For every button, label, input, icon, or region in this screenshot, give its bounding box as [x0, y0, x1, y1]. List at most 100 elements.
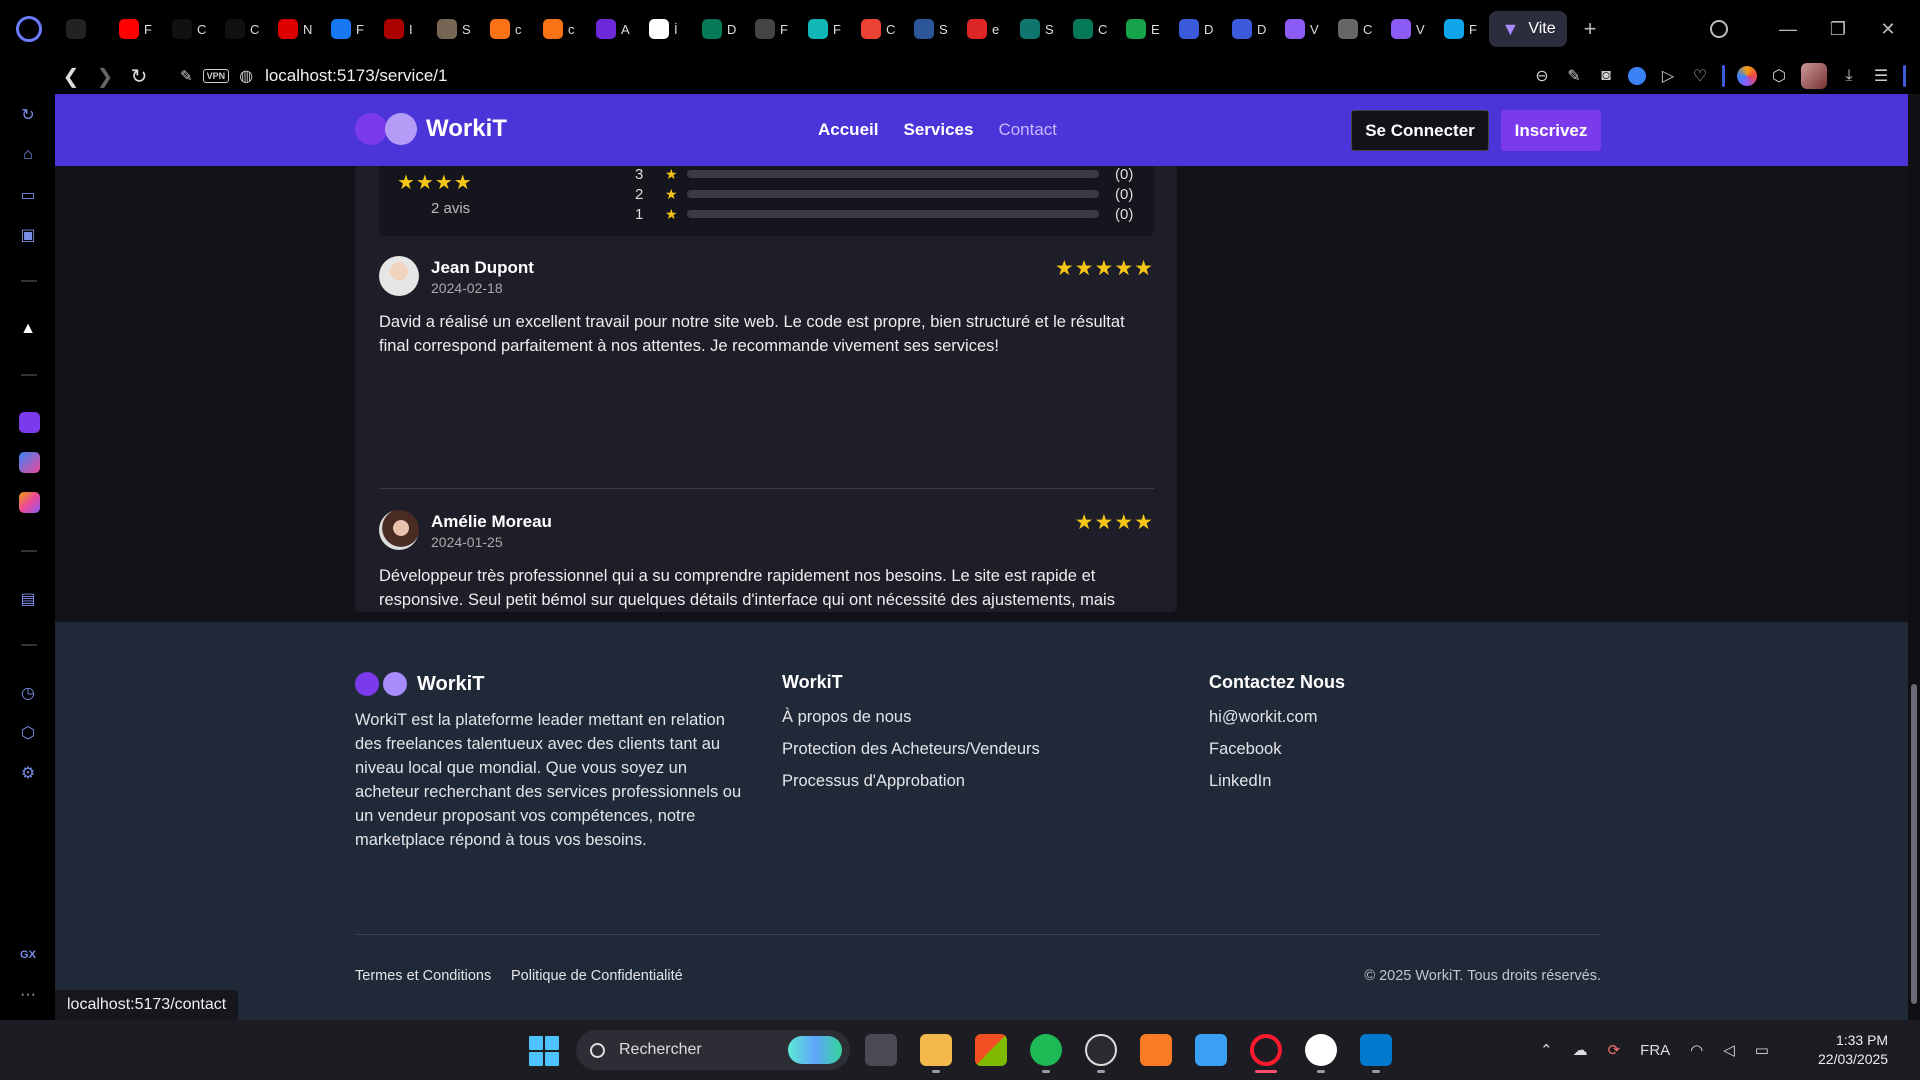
- footer-link-facebook[interactable]: Facebook: [1209, 740, 1281, 759]
- heart-icon[interactable]: ♡: [1690, 66, 1710, 86]
- browser-tab[interactable]: C: [164, 11, 217, 47]
- browser-tab[interactable]: V: [1383, 11, 1436, 47]
- instagram-icon[interactable]: [19, 492, 40, 513]
- download-icon[interactable]: ⤓: [1839, 66, 1859, 86]
- browser-tab[interactable]: D: [1171, 11, 1224, 47]
- wallet-icon[interactable]: ▤: [17, 588, 39, 610]
- ai-icon[interactable]: ▣: [17, 224, 39, 246]
- aria-icon[interactable]: ▲: [17, 318, 39, 340]
- chevron-up-icon[interactable]: ⌃: [1540, 1041, 1553, 1059]
- footer-link-approval[interactable]: Processus d'Approbation: [782, 772, 965, 791]
- spotify-icon[interactable]: [1030, 1034, 1062, 1066]
- windows-start-icon[interactable]: [529, 1036, 559, 1066]
- settings-icon[interactable]: ⚙: [17, 762, 39, 784]
- minimize-icon[interactable]: —: [1778, 19, 1798, 39]
- url-field[interactable]: localhost:5173/service/1: [265, 66, 447, 86]
- vpn-badge[interactable]: VPN: [202, 69, 230, 83]
- footer-link-email[interactable]: hi@workit.com: [1209, 708, 1317, 727]
- browser-tab[interactable]: c: [535, 11, 588, 47]
- signup-button[interactable]: Inscrivez: [1501, 110, 1601, 151]
- browser-tab[interactable]: S: [906, 11, 959, 47]
- opera-menu-icon[interactable]: [0, 0, 58, 58]
- shopping-icon[interactable]: ⌂: [17, 144, 39, 166]
- zoom-icon[interactable]: ⊖: [1532, 66, 1552, 86]
- browser-tab[interactable]: D: [1224, 11, 1277, 47]
- search-tabs-icon[interactable]: [1710, 20, 1728, 38]
- browser-tab[interactable]: C: [1065, 11, 1118, 47]
- footer-link-protection[interactable]: Protection des Acheteurs/Vendeurs: [782, 740, 1040, 759]
- extensions-icon[interactable]: ⬡: [17, 722, 39, 744]
- tab-active[interactable]: ▼ Vite: [1489, 11, 1567, 47]
- footer-link-about[interactable]: À propos de nous: [782, 708, 911, 727]
- store-icon[interactable]: [975, 1034, 1007, 1066]
- task-view-icon[interactable]: [865, 1034, 897, 1066]
- messenger-icon[interactable]: [19, 452, 40, 473]
- browser-tab[interactable]: F: [111, 11, 164, 47]
- terms-link[interactable]: Termes et Conditions: [355, 968, 491, 984]
- browser-tab[interactable]: N: [270, 11, 323, 47]
- back-icon[interactable]: ❮: [54, 61, 88, 91]
- footer-link-linkedin[interactable]: LinkedIn: [1209, 772, 1271, 791]
- site-settings-icon[interactable]: ✎: [180, 67, 193, 85]
- twitch-icon[interactable]: [19, 412, 40, 433]
- sync-icon[interactable]: ⟳: [1608, 1041, 1621, 1059]
- browser-tab[interactable]: F: [747, 11, 800, 47]
- new-tab-button[interactable]: +: [1575, 14, 1605, 44]
- privacy-link[interactable]: Politique de Confidentialité: [511, 968, 683, 984]
- taskbar-search[interactable]: Rechercher: [576, 1030, 850, 1070]
- gx-icon[interactable]: GX: [17, 944, 39, 966]
- shield-icon[interactable]: [1628, 67, 1646, 85]
- browser-tab[interactable]: F: [1436, 11, 1489, 47]
- browser-tab[interactable]: A: [588, 11, 641, 47]
- notepad-icon[interactable]: [1195, 1034, 1227, 1066]
- browser-tab[interactable]: V: [1277, 11, 1330, 47]
- browser-tab[interactable]: C: [1330, 11, 1383, 47]
- vscode-icon[interactable]: [1360, 1034, 1392, 1066]
- browser-tab[interactable]: İ: [641, 11, 694, 47]
- cube-icon[interactable]: ⬡: [1769, 66, 1789, 86]
- browser-tab[interactable]: F: [323, 11, 376, 47]
- footer-logo[interactable]: WorkiT: [355, 672, 484, 696]
- wifi-icon[interactable]: ◠: [1690, 1041, 1703, 1059]
- edit-icon[interactable]: ✎: [1564, 66, 1584, 86]
- browser-tab[interactable]: I: [376, 11, 429, 47]
- history-icon[interactable]: ◷: [17, 682, 39, 704]
- scrollbar-thumb[interactable]: [1911, 684, 1917, 1004]
- browser-tab[interactable]: C: [853, 11, 906, 47]
- nav-contact[interactable]: Contact: [998, 120, 1057, 140]
- xampp-icon[interactable]: [1140, 1034, 1172, 1066]
- reload-icon[interactable]: ↻: [122, 61, 156, 91]
- speed-dial-icon[interactable]: ↻: [17, 104, 39, 126]
- file-explorer-icon[interactable]: [920, 1034, 952, 1066]
- browser-tab[interactable]: e: [959, 11, 1012, 47]
- browser-tab[interactable]: D: [694, 11, 747, 47]
- browser-tab[interactable]: C: [217, 11, 270, 47]
- nav-services[interactable]: Services: [903, 120, 973, 140]
- volume-icon[interactable]: ◁: [1723, 1041, 1735, 1059]
- opera-gx-icon[interactable]: [1250, 1034, 1282, 1066]
- login-button[interactable]: Se Connecter: [1351, 110, 1489, 151]
- more-icon[interactable]: ···: [17, 984, 39, 1006]
- restore-icon[interactable]: ❐: [1828, 19, 1848, 39]
- forward-icon[interactable]: ❯: [88, 61, 122, 91]
- battery-icon[interactable]: ▭: [1755, 1041, 1769, 1059]
- browser-tab[interactable]: F: [800, 11, 853, 47]
- page-scrollbar[interactable]: [1908, 94, 1920, 1020]
- send-icon[interactable]: ▷: [1658, 66, 1678, 86]
- extension-icon[interactable]: [1737, 66, 1757, 86]
- camera-icon[interactable]: ◙: [1596, 66, 1616, 86]
- site-logo[interactable]: WorkiT: [355, 113, 507, 145]
- browser-tab[interactable]: S: [429, 11, 482, 47]
- chatgpt-icon[interactable]: [1085, 1034, 1117, 1066]
- browser-tab[interactable]: E: [1118, 11, 1171, 47]
- nav-accueil[interactable]: Accueil: [818, 120, 878, 140]
- browser-tab[interactable]: c: [482, 11, 535, 47]
- close-icon[interactable]: ✕: [1878, 19, 1898, 39]
- tv-icon[interactable]: ▭: [17, 184, 39, 206]
- onedrive-icon[interactable]: ☁: [1573, 1041, 1588, 1059]
- language-indicator[interactable]: FRA: [1640, 1042, 1670, 1059]
- mongodb-compass-icon[interactable]: [1305, 1034, 1337, 1066]
- browser-tab[interactable]: [58, 11, 111, 47]
- profile-avatar[interactable]: [1801, 63, 1827, 89]
- menu-icon[interactable]: ☰: [1871, 66, 1891, 86]
